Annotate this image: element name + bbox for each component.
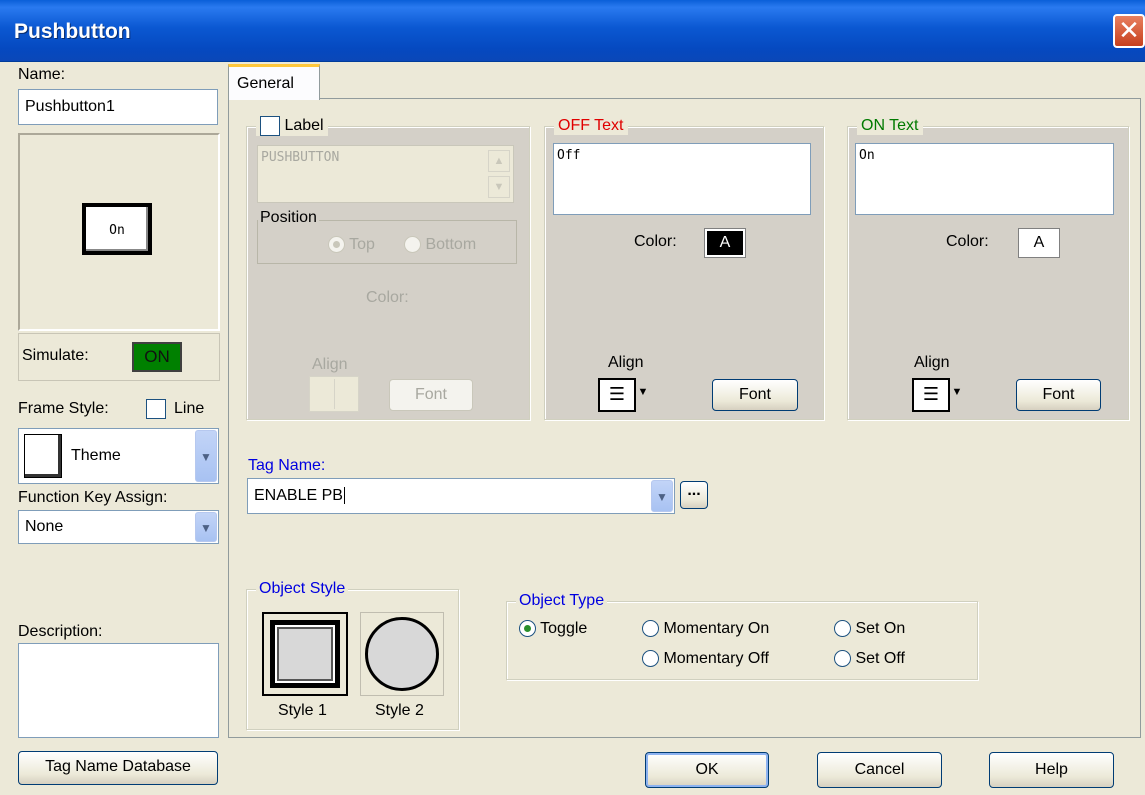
preview-pushbutton: On bbox=[82, 203, 152, 255]
frame-style-value: Theme bbox=[71, 447, 121, 464]
on-text-value: On bbox=[859, 148, 875, 163]
label-color-label: Color: bbox=[366, 289, 409, 306]
position-top-option: Top bbox=[328, 236, 375, 254]
chevron-down-icon[interactable]: ▼ bbox=[651, 480, 673, 512]
align-center-icon: ☰ bbox=[598, 378, 636, 412]
style2-label: Style 2 bbox=[375, 702, 424, 719]
chevron-down-icon: ▼ bbox=[637, 386, 649, 398]
off-font-button[interactable]: Font bbox=[712, 379, 798, 411]
label-group-title: Label bbox=[284, 117, 324, 135]
label-group-header: Label bbox=[256, 116, 328, 136]
tag-name-input[interactable]: ENABLE PB ▼ bbox=[247, 478, 675, 514]
off-align-label: Align bbox=[608, 354, 644, 371]
ok-button[interactable]: OK bbox=[645, 752, 769, 788]
position-bottom-option: Bottom bbox=[404, 236, 476, 254]
simulate-panel: Simulate: ON bbox=[18, 333, 220, 381]
on-color-swatch[interactable]: A bbox=[1018, 228, 1060, 258]
on-font-button[interactable]: Font bbox=[1016, 379, 1101, 411]
tag-name-label: Tag Name: bbox=[248, 457, 326, 474]
radio-set-on[interactable]: Set On bbox=[834, 620, 905, 638]
radio-set-off[interactable]: Set Off bbox=[834, 650, 905, 668]
label-align-label: Align bbox=[312, 356, 348, 373]
radio-toggle[interactable]: Toggle bbox=[519, 620, 587, 638]
help-button[interactable]: Help bbox=[989, 752, 1114, 788]
on-color-label: Color: bbox=[946, 233, 989, 250]
style2-option[interactable] bbox=[360, 612, 444, 696]
chevron-down-icon[interactable]: ▼ bbox=[195, 430, 217, 482]
preview-area: On bbox=[18, 133, 220, 331]
label-text-field: PUSHBUTTON ▲ ▼ bbox=[257, 145, 514, 203]
scroll-up-icon: ▲ bbox=[488, 150, 510, 172]
on-align-button[interactable]: ☰ ▼ bbox=[912, 378, 964, 412]
frame-style-icon bbox=[24, 434, 62, 478]
off-color-swatch[interactable]: A bbox=[704, 228, 746, 258]
object-type-group bbox=[506, 601, 978, 680]
off-text-title: OFF Text bbox=[554, 117, 628, 135]
description-label: Description: bbox=[18, 623, 103, 640]
off-align-button[interactable]: ☰ ▼ bbox=[598, 378, 650, 412]
style1-label: Style 1 bbox=[278, 702, 327, 719]
tag-name-value: ENABLE PB bbox=[254, 487, 343, 504]
frame-style-label: Frame Style: bbox=[18, 400, 109, 417]
function-key-label: Function Key Assign: bbox=[18, 489, 168, 506]
title-bar: Pushbutton ✕ bbox=[0, 0, 1145, 62]
position-title: Position bbox=[258, 209, 319, 227]
name-label: Name: bbox=[18, 66, 66, 83]
close-icon[interactable]: ✕ bbox=[1113, 14, 1145, 48]
preview-text: On bbox=[109, 223, 125, 238]
tab-general[interactable]: General bbox=[228, 64, 320, 100]
object-style-title: Object Style bbox=[256, 580, 349, 598]
scroll-down-icon: ▼ bbox=[488, 176, 510, 198]
on-text-title: ON Text bbox=[857, 117, 923, 135]
cancel-button[interactable]: Cancel bbox=[817, 752, 942, 788]
on-text-field[interactable]: On bbox=[855, 143, 1114, 215]
tag-name-database-button[interactable]: Tag Name Database bbox=[18, 751, 218, 785]
function-key-value: None bbox=[25, 518, 64, 535]
object-type-title: Object Type bbox=[516, 592, 608, 610]
radio-momentary-off[interactable]: Momentary Off bbox=[642, 650, 769, 668]
label-align-button bbox=[309, 376, 359, 412]
line-label: Line bbox=[174, 400, 205, 417]
window-title: Pushbutton bbox=[14, 20, 131, 43]
on-align-label: Align bbox=[914, 354, 950, 371]
frame-style-select[interactable]: Theme ▼ bbox=[18, 428, 219, 484]
chevron-down-icon[interactable]: ▼ bbox=[195, 512, 217, 542]
tag-browse-button[interactable]: ... bbox=[680, 481, 708, 509]
radio-momentary-on[interactable]: Momentary On bbox=[642, 620, 769, 638]
chevron-down-icon: ▼ bbox=[951, 386, 963, 398]
label-text: PUSHBUTTON bbox=[261, 150, 340, 165]
simulate-label: Simulate: bbox=[22, 347, 89, 364]
off-text-value: Off bbox=[557, 148, 581, 163]
label-checkbox[interactable] bbox=[260, 116, 280, 136]
simulate-toggle[interactable]: ON bbox=[132, 342, 182, 372]
off-color-label: Color: bbox=[634, 233, 677, 250]
align-center-icon: ☰ bbox=[912, 378, 950, 412]
description-field[interactable] bbox=[18, 643, 219, 738]
line-checkbox[interactable] bbox=[146, 399, 166, 419]
square-button-icon bbox=[270, 620, 340, 688]
style1-option[interactable] bbox=[262, 612, 348, 696]
name-input[interactable]: Pushbutton1 bbox=[18, 89, 218, 125]
function-key-select[interactable]: None ▼ bbox=[18, 510, 219, 544]
label-font-button: Font bbox=[389, 379, 473, 411]
circle-button-icon bbox=[365, 617, 439, 691]
off-text-field[interactable]: Off bbox=[553, 143, 811, 215]
